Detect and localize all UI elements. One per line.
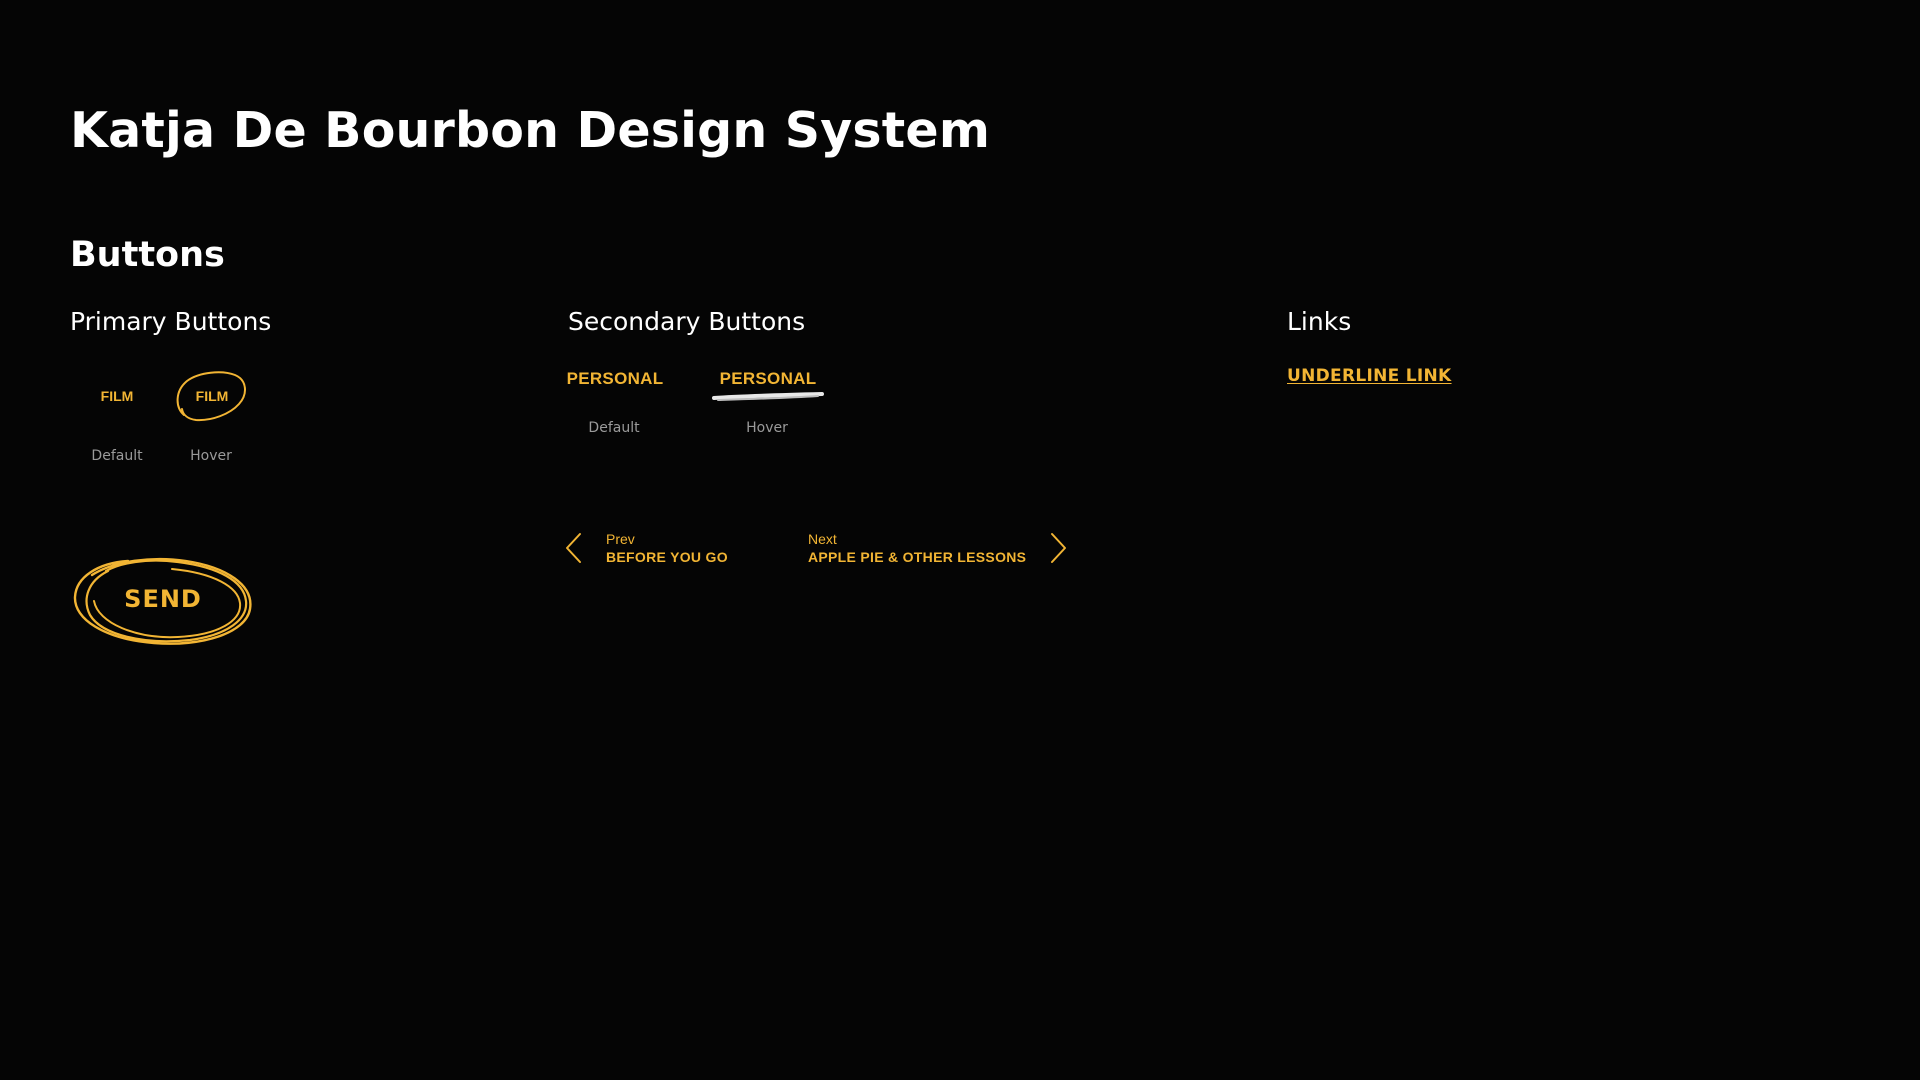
prev-page-link[interactable]: Prev BEFORE YOU GO — [562, 530, 728, 566]
next-label: Next — [808, 531, 837, 547]
personal-button-hover[interactable]: PERSONAL — [712, 364, 824, 394]
film-button-hover[interactable]: FILM — [172, 369, 252, 423]
personal-button-label: PERSONAL — [719, 369, 817, 388]
prev-title: BEFORE YOU GO — [606, 549, 728, 565]
chevron-left-icon — [566, 533, 581, 563]
state-label-default: Default — [588, 420, 640, 436]
brush-underline-icon — [712, 392, 824, 401]
next-title: APPLE PIE & OTHER LESSONS — [808, 549, 1027, 565]
send-button[interactable]: SEND — [68, 547, 258, 651]
group-title-links: Links — [1287, 307, 1352, 336]
film-button-default[interactable]: FILM — [77, 369, 157, 423]
send-button-label: SEND — [124, 585, 202, 613]
group-title-primary: Primary Buttons — [70, 307, 272, 336]
personal-button-default[interactable]: PERSONAL — [566, 364, 664, 394]
prev-label: Prev — [606, 531, 635, 547]
section-title-buttons: Buttons — [70, 235, 225, 275]
film-button-label: FILM — [195, 388, 229, 404]
next-page-link[interactable]: Next APPLE PIE & OTHER LESSONS — [808, 530, 1070, 566]
state-label-default: Default — [91, 448, 143, 464]
underline-link[interactable]: UNDERLINE LINK — [1287, 366, 1452, 386]
chevron-right-icon — [1051, 533, 1067, 563]
page-title: Katja De Bourbon Design System — [70, 102, 991, 159]
state-label-hover: Hover — [190, 448, 232, 464]
film-button-label: FILM — [100, 388, 134, 404]
personal-button-label: PERSONAL — [566, 369, 664, 388]
group-title-secondary: Secondary Buttons — [568, 307, 806, 336]
state-label-hover: Hover — [746, 420, 788, 436]
